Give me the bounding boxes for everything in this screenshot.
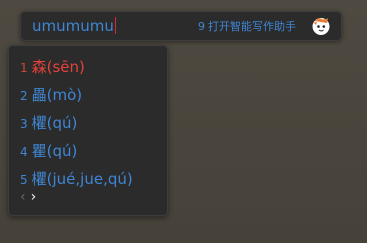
candidate-text: 畾(mò) (31, 86, 83, 104)
candidate-item[interactable]: 3 欋(qú) (20, 111, 77, 135)
next-page-icon[interactable]: › (31, 189, 37, 205)
candidate-text: 欋(jué,jue,qú) (31, 170, 133, 188)
text-caret (114, 17, 116, 34)
ime-mascot-icon[interactable] (311, 16, 331, 36)
candidate-text: 森(sēn) (31, 58, 85, 76)
composition-input[interactable]: umumumu (32, 16, 116, 36)
candidate-index: 2 (20, 89, 28, 103)
candidate-item[interactable]: 1 森(sēn) (20, 55, 85, 79)
candidate-text: 欋(qú) (31, 114, 78, 132)
candidate-index: 3 (20, 117, 28, 131)
candidate-panel: 1 森(sēn) 2 畾(mò) 3 欋(qú) 4 瞿(qú) 5 欋(jué,jue,… (8, 45, 168, 216)
ime-composition-bar: umumumu 9 打开智能写作助手 (20, 11, 342, 41)
candidate-item[interactable]: 2 畾(mò) (20, 83, 82, 107)
candidate-text: 瞿(qú) (31, 142, 78, 160)
composition-text: umumumu (32, 17, 114, 35)
candidate-index: 4 (20, 145, 28, 159)
candidate-item[interactable]: 4 瞿(qú) (20, 139, 77, 163)
ai-hint-index: 9 (198, 20, 205, 33)
candidate-index: 5 (20, 173, 28, 187)
candidate-index: 1 (20, 61, 28, 75)
ai-writing-assistant-option[interactable]: 9 打开智能写作助手 (198, 19, 296, 34)
prev-page-icon[interactable]: ‹ (20, 189, 26, 205)
ai-hint-label: 打开智能写作助手 (208, 20, 296, 33)
candidate-pager: ‹ › (20, 190, 36, 204)
candidate-item[interactable]: 5 欋(jué,jue,qú) (20, 167, 133, 191)
